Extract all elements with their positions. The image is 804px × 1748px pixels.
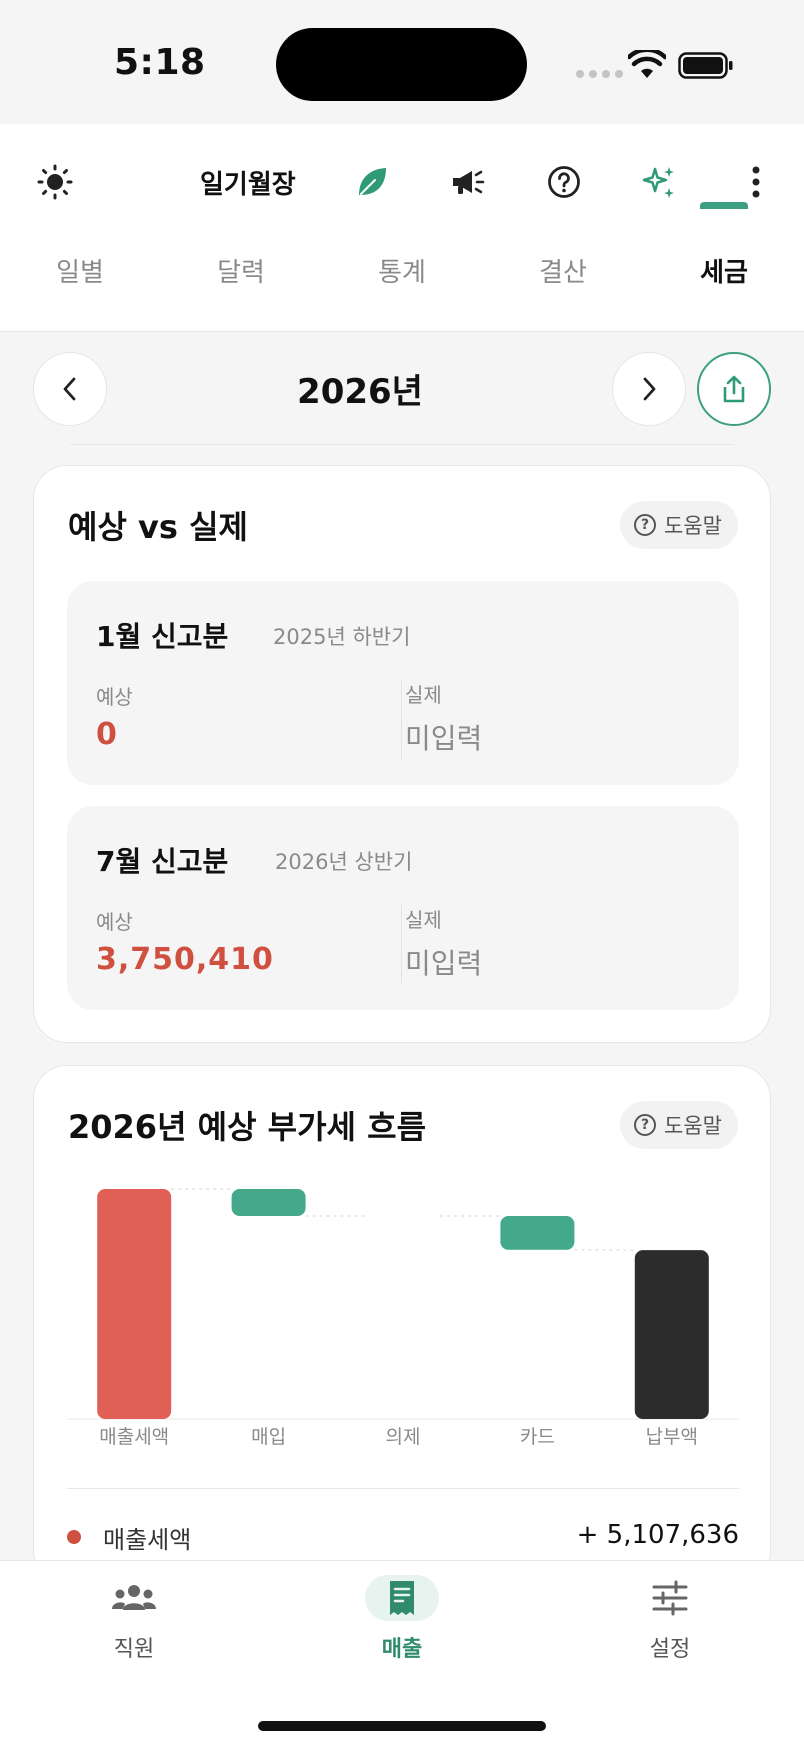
help-button[interactable]: ? 도움말 [620, 501, 738, 549]
x-tick-label: 카드 [520, 1426, 555, 1448]
x-tick-label: 의제 [386, 1426, 421, 1448]
divider [70, 444, 734, 445]
signal-icon [576, 70, 623, 78]
active-tab-indicator [700, 202, 748, 209]
leaf-icon[interactable] [350, 160, 394, 204]
sparkles-icon[interactable] [638, 160, 682, 204]
tab-stats[interactable]: 통계 [352, 252, 452, 289]
status-bar: 5:18 [0, 0, 804, 124]
divider [67, 1488, 739, 1489]
people-icon [97, 1575, 171, 1621]
legend-row: 매출세액 + 5,107,636 [67, 1514, 739, 1562]
legend-name: 매출세액 [103, 1526, 192, 1554]
help-circle-icon[interactable] [542, 160, 586, 204]
vat-flow-card: 2026년 예상 부가세 흐름 ? 도움말 매출세액 매입 의제 카드 납부액 매출세액… [33, 1065, 771, 1585]
tab-daily[interactable]: 일별 [30, 252, 130, 289]
tab-calendar[interactable]: 달력 [191, 252, 291, 289]
column-divider [401, 679, 402, 759]
status-time: 5:18 [114, 42, 206, 83]
prev-year-button[interactable] [33, 352, 107, 426]
forecast-card: 예상 vs 실제 ? 도움말 1월 신고분 2025년 하반기 예상 0 실제 … [33, 465, 771, 1043]
tab-settlement[interactable]: 결산 [513, 252, 613, 289]
card-title: 예상 vs 실제 [68, 508, 248, 546]
expected-label: 예상 [96, 910, 133, 934]
app-title: 일기월장 [200, 170, 296, 200]
tab-tax[interactable]: 세금 [674, 252, 774, 289]
next-year-button[interactable] [612, 352, 686, 426]
year-title: 2026년 [297, 372, 423, 412]
chevron-left-icon [63, 377, 76, 401]
expected-label: 예상 [96, 685, 133, 709]
legend-dot [67, 1530, 81, 1544]
nav-label: 설정 [649, 1637, 691, 1662]
share-icon [723, 375, 745, 403]
nav-label: 직원 [113, 1637, 155, 1662]
help-label: 도움말 [664, 514, 722, 538]
megaphone-icon[interactable] [446, 160, 490, 204]
sliders-icon [633, 1575, 707, 1621]
tab-bar: 일별 달력 통계 결산 세금 [0, 238, 804, 332]
period-card-july: 7월 신고분 2026년 상반기 예상 3,750,410 실제 미입력 [67, 806, 739, 1010]
x-tick-label: 매입 [251, 1426, 286, 1448]
period-card-january: 1월 신고분 2025년 하반기 예상 0 실제 미입력 [67, 581, 739, 785]
actual-value[interactable]: 미입력 [405, 942, 482, 982]
bar-4[interactable] [500, 1216, 575, 1250]
share-button[interactable] [697, 352, 771, 426]
sun-icon[interactable] [33, 160, 77, 204]
expected-value: 0 [96, 717, 118, 752]
period-range: 2026년 상반기 [275, 850, 413, 874]
bar-2[interactable] [231, 1189, 306, 1217]
home-indicator [258, 1721, 546, 1731]
nav-settings[interactable]: 설정 [610, 1575, 730, 1663]
more-vertical-icon[interactable] [734, 160, 778, 204]
waterfall-chart: 매출세액 매입 의제 카드 납부액 [67, 1188, 739, 1448]
receipt-icon [365, 1575, 439, 1621]
bar-1[interactable] [97, 1189, 172, 1419]
actual-label: 실제 [405, 908, 442, 932]
nav-label: 매출 [381, 1637, 423, 1662]
expected-value: 3,750,410 [96, 942, 274, 977]
battery-icon [678, 52, 733, 79]
wifi-icon [628, 50, 666, 78]
legend-value: + 5,107,636 [576, 1520, 739, 1550]
nav-staff[interactable]: 직원 [74, 1575, 194, 1663]
nav-sales[interactable]: 매출 [342, 1575, 462, 1663]
x-tick-label: 납부액 [646, 1426, 698, 1448]
column-divider [401, 904, 402, 984]
actual-value[interactable]: 미입력 [405, 717, 482, 757]
app-header: 일기월장 일별 달력 통계 결산 세금 [0, 124, 804, 332]
x-tick-label: 매출세액 [99, 1426, 169, 1448]
period-title: 7월 신고분 [96, 845, 229, 878]
question-icon: ? [634, 514, 657, 536]
period-title: 1월 신고분 [96, 620, 229, 653]
chevron-right-icon [643, 377, 656, 401]
bottom-nav: 직원 매출 설정 [0, 1560, 804, 1748]
period-range: 2025년 하반기 [273, 625, 411, 649]
dynamic-island [276, 28, 527, 101]
bar-5[interactable] [634, 1250, 709, 1419]
actual-label: 실제 [405, 683, 442, 707]
